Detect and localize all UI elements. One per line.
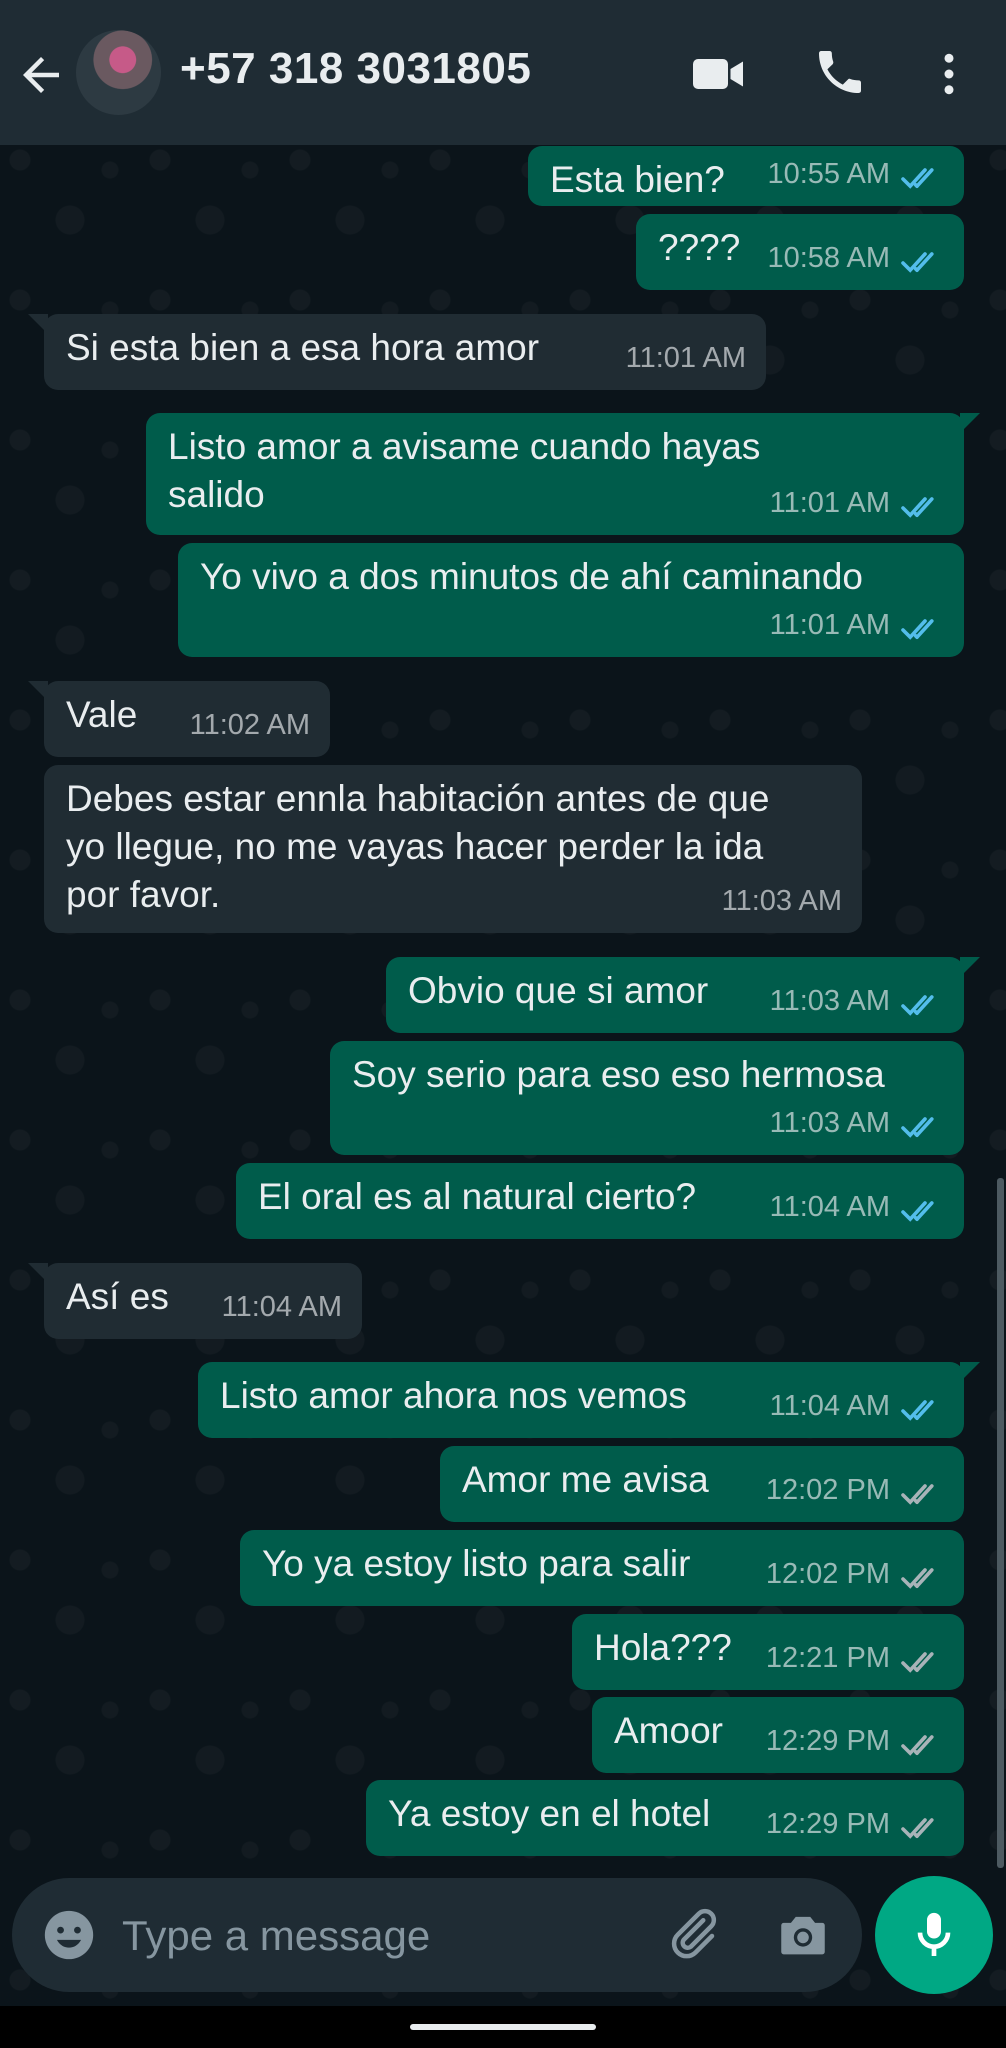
outgoing-message-bubble[interactable]: Listo amor ahora nos vemos 11:04 AM <box>198 1362 980 1438</box>
read-receipt-icon <box>900 488 944 518</box>
delivered-receipt-icon <box>900 1559 944 1589</box>
message-meta: 11:04 AM <box>222 1283 342 1331</box>
arrow-left-icon <box>23 57 59 93</box>
attach-button[interactable] <box>662 1904 722 1964</box>
message-meta: 11:04 AM <box>770 1382 944 1430</box>
outgoing-message-bubble[interactable]: ???? 10:58 AM <box>636 214 964 290</box>
delivered-receipt-icon <box>900 1809 944 1839</box>
message-time: 12:02 PM <box>765 1558 890 1590</box>
message-meta: 11:01 AM <box>770 479 944 527</box>
incoming-message-bubble[interactable]: Vale 11:02 AM <box>28 681 330 757</box>
read-receipt-icon <box>900 610 944 640</box>
message-time: 11:04 AM <box>221 1291 342 1323</box>
video-call-button[interactable] <box>688 44 748 104</box>
read-receipt-icon <box>900 1391 944 1421</box>
message-meta: 11:03 AM <box>770 1099 944 1147</box>
read-receipt-icon <box>900 1192 944 1222</box>
back-button[interactable] <box>14 48 68 102</box>
video-camera-icon <box>693 59 743 89</box>
outgoing-message-bubble[interactable]: Yo vivo a dos minutos de ahí caminando 11… <box>178 543 964 657</box>
message-time: 11:04 AM <box>769 1390 890 1422</box>
phone-icon <box>819 51 861 93</box>
outgoing-message-bubble[interactable]: Obvio que si amor 11:03 AM <box>386 957 980 1033</box>
message-text: Yo vivo a dos minutos de ahí caminando <box>200 556 864 597</box>
message-time: 12:02 PM <box>765 1474 890 1506</box>
message-meta: 12:29 PM <box>766 1800 944 1848</box>
menu-button[interactable] <box>922 44 976 104</box>
message-meta: 11:03 AM <box>770 977 944 1025</box>
camera-icon <box>781 1916 825 1955</box>
outgoing-message-bubble[interactable]: Yo ya estoy listo para salir 12:02 PM <box>240 1530 964 1606</box>
message-time: 11:01 AM <box>625 342 746 374</box>
message-meta: 10:55 AM <box>767 150 944 198</box>
read-receipt-icon <box>900 159 944 189</box>
message-meta: 12:02 PM <box>766 1466 944 1514</box>
camera-button[interactable] <box>774 1906 832 1964</box>
chat-header: +57 318 3031805 <box>0 0 1006 145</box>
read-receipt-icon <box>900 1108 944 1138</box>
outgoing-message-bubble[interactable]: El oral es al natural cierto? 11:04 AM <box>236 1163 964 1239</box>
paperclip-icon <box>671 1908 717 1959</box>
message-meta: 12:02 PM <box>766 1550 944 1598</box>
message-time: 11:01 AM <box>769 609 890 641</box>
message-input[interactable] <box>120 1896 654 1976</box>
message-time: 11:03 AM <box>721 885 842 917</box>
delivered-receipt-icon <box>900 1475 944 1505</box>
message-meta: 11:04 AM <box>770 1183 944 1231</box>
read-receipt-icon <box>900 986 944 1016</box>
message-time: 12:29 PM <box>765 1725 890 1757</box>
incoming-message-bubble[interactable]: Así es 11:04 AM <box>28 1263 362 1339</box>
message-text: Soy serio para eso eso hermosa <box>352 1054 885 1095</box>
message-meta: 11:03 AM <box>722 877 842 925</box>
message-time: 10:55 AM <box>767 158 890 190</box>
incoming-message-bubble[interactable]: Si esta bien a esa hora amor 11:01 AM <box>28 314 766 390</box>
scrollbar[interactable] <box>997 1178 1004 1868</box>
delivered-receipt-icon <box>900 1726 944 1756</box>
emoji-button[interactable] <box>40 1906 98 1964</box>
outgoing-message-bubble[interactable]: Hola??? 12:21 PM <box>572 1614 964 1690</box>
message-time: 12:29 PM <box>765 1808 890 1840</box>
delivered-receipt-icon <box>900 1643 944 1673</box>
incoming-message-bubble[interactable]: Debes estar ennla habitación antes de qu… <box>44 765 862 933</box>
outgoing-message-bubble[interactable]: Soy serio para eso eso hermosa 11:03 AM <box>330 1041 964 1155</box>
outgoing-message-bubble[interactable]: Ya estoy en el hotel 12:29 PM <box>366 1780 964 1856</box>
more-vertical-icon <box>944 53 954 95</box>
outgoing-message-bubble[interactable]: Amor me avisa 12:02 PM <box>440 1446 964 1522</box>
outgoing-message-bubble[interactable]: Amoor 12:29 PM <box>592 1697 964 1773</box>
message-meta: 12:29 PM <box>766 1717 944 1765</box>
message-meta: 12:21 PM <box>766 1634 944 1682</box>
home-indicator[interactable] <box>410 2024 596 2030</box>
message-time: 11:04 AM <box>769 1191 890 1223</box>
message-time: 11:02 AM <box>189 709 310 741</box>
avatar[interactable] <box>76 30 161 115</box>
message-time: 11:03 AM <box>769 1107 890 1139</box>
message-time: 11:03 AM <box>769 985 890 1017</box>
message-time: 11:01 AM <box>769 487 890 519</box>
read-receipt-icon <box>900 243 944 273</box>
message-composer <box>12 1878 862 1992</box>
voice-call-button[interactable] <box>812 44 872 104</box>
message-meta: 11:01 AM <box>770 601 944 649</box>
message-meta: 11:01 AM <box>626 334 746 382</box>
microphone-button[interactable] <box>875 1876 993 1994</box>
emoji-icon <box>44 1910 94 1960</box>
outgoing-message-bubble[interactable]: Listo amor a avisame cuando hayas salido… <box>146 413 980 535</box>
message-meta: 11:02 AM <box>190 701 310 749</box>
message-time: 12:21 PM <box>765 1642 890 1674</box>
message-meta: 10:58 AM <box>767 234 944 282</box>
contact-name[interactable]: +57 318 3031805 <box>180 44 531 94</box>
message-time: 10:58 AM <box>767 242 890 274</box>
microphone-icon <box>917 1912 951 1956</box>
outgoing-message-bubble[interactable]: Esta bien? 10:55 AM <box>528 146 964 206</box>
